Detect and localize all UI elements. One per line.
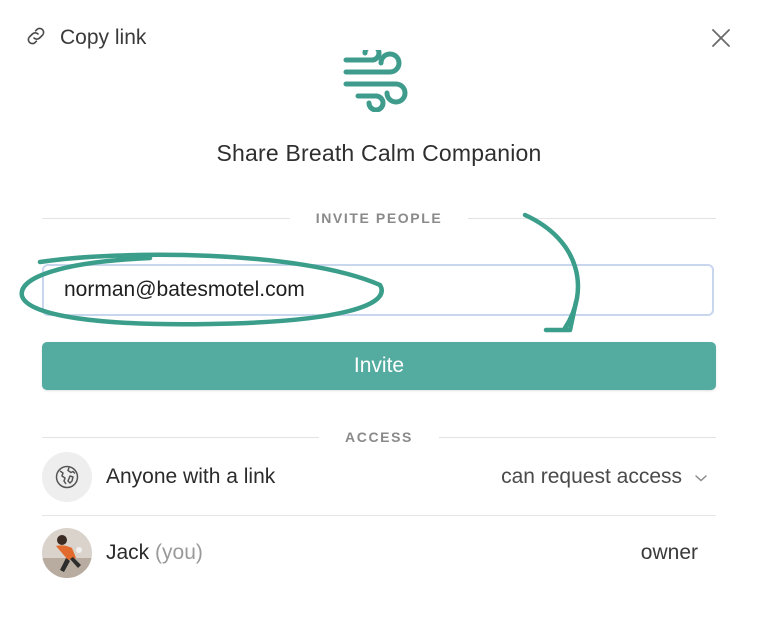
access-section-header: ACCESS [42, 427, 717, 447]
divider [42, 436, 320, 438]
divider [438, 436, 717, 438]
dialog-title: Share Breath Calm Companion [216, 140, 542, 166]
you-tag: (you) [155, 541, 203, 564]
invite-section-label: INVITE PEOPLE [315, 210, 443, 226]
avatar [42, 528, 92, 578]
permission-dropdown[interactable]: can request access [501, 465, 708, 489]
divider [468, 217, 717, 219]
link-access-row: Anyone with a link can request access [42, 452, 716, 502]
link-access-label: Anyone with a link [106, 465, 276, 488]
email-input[interactable] [42, 264, 714, 316]
user-row: Jack (you) owner [42, 528, 716, 578]
user-name-text: Jack [106, 541, 150, 564]
globe-icon [42, 452, 92, 502]
user-role: owner [640, 541, 698, 564]
invite-button[interactable]: Invite [42, 342, 716, 390]
user-name: Jack (you) [106, 541, 641, 565]
permission-value: can request access [501, 465, 682, 488]
access-section-label: ACCESS [345, 429, 413, 445]
copy-link-label: Copy link [60, 26, 147, 49]
divider [42, 217, 290, 219]
divider [42, 515, 716, 516]
copy-link-button[interactable]: Copy link [24, 22, 146, 54]
close-icon[interactable] [707, 24, 735, 52]
link-icon [24, 24, 48, 53]
invite-section-header: INVITE PEOPLE [42, 208, 717, 228]
wind-icon [338, 43, 418, 113]
chevron-down-icon [694, 465, 708, 489]
